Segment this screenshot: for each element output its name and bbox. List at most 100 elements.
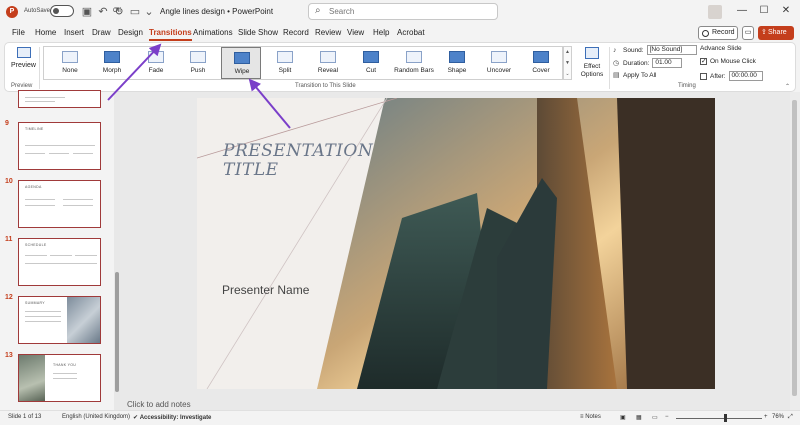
thumb-text-line: [25, 263, 97, 264]
transition-random-bars[interactable]: Random Bars: [394, 47, 434, 79]
avatar[interactable]: [708, 5, 722, 19]
save-icon[interactable]: ▣: [80, 5, 94, 19]
advance-slide-text: Advance Slide: [700, 45, 742, 52]
comment-icon: ▭: [744, 29, 752, 36]
after-checkbox[interactable]: [700, 72, 707, 80]
comments-button[interactable]: ▭: [742, 26, 754, 40]
zoom-slider-thumb[interactable]: [724, 414, 727, 422]
redo-icon[interactable]: ↻: [112, 5, 126, 19]
tab-insert[interactable]: Insert: [64, 28, 84, 37]
after-label: After:: [710, 72, 726, 80]
transition-wipe[interactable]: Wipe: [221, 47, 261, 79]
tab-record[interactable]: Record: [283, 28, 309, 37]
transition-morph[interactable]: Morph: [92, 47, 132, 79]
zoom-slider[interactable]: [676, 418, 762, 419]
transition-uncover[interactable]: Uncover: [479, 47, 519, 79]
maximize-icon[interactable]: ☐: [757, 4, 771, 18]
slide-thumbnail-8[interactable]: [18, 90, 101, 108]
duration-label: Duration:: [623, 59, 650, 67]
zoom-level[interactable]: 76%: [772, 414, 784, 420]
sound-select[interactable]: [No Sound]: [646, 45, 697, 55]
transition-none[interactable]: None: [50, 47, 90, 79]
current-slide[interactable]: PRESENTATION TITLE Presenter Name: [197, 98, 715, 389]
slide-sorter-icon[interactable]: ▦: [636, 414, 642, 421]
transition-push[interactable]: Push: [178, 47, 218, 79]
language-indicator[interactable]: English (United Kingdom): [62, 414, 130, 420]
search-input[interactable]: [329, 5, 489, 18]
document-title: Angle lines design • PowerPoint: [160, 7, 274, 16]
slide-thumbnail-12[interactable]: SUMMARY: [18, 296, 101, 344]
on-mouse-click-checkbox[interactable]: [700, 57, 707, 65]
scroll-thumb[interactable]: [115, 272, 119, 392]
slideshow-icon[interactable]: ▭: [128, 5, 142, 19]
search-box[interactable]: ⌕: [308, 3, 498, 20]
editor-scrollbar[interactable]: [790, 92, 800, 410]
notes-button[interactable]: ≡ Notes: [580, 414, 601, 420]
accessibility-check[interactable]: ✔ Accessibility: Investigate: [133, 414, 211, 421]
thumb-text-line: [25, 153, 45, 154]
group-divider: [609, 47, 610, 89]
on-mouse-click-option[interactable]: On Mouse Click: [700, 57, 756, 65]
slide-thumbnail-11[interactable]: SCHEDULE: [18, 238, 101, 286]
share-label: Share: [768, 29, 787, 36]
record-icon: [702, 30, 709, 37]
close-icon[interactable]: ✕: [779, 4, 793, 18]
tab-help[interactable]: Help: [373, 28, 389, 37]
thumb-text-line: [53, 378, 77, 379]
preview-icon: [17, 47, 31, 58]
autosave-toggle[interactable]: Off: [50, 5, 121, 17]
transition-cover[interactable]: Cover: [521, 47, 561, 79]
tab-design[interactable]: Design: [118, 28, 143, 37]
preview-group-label: Preview: [11, 83, 33, 89]
reading-view-icon[interactable]: ▭: [652, 414, 658, 421]
chevron-down-icon[interactable]: ▼: [565, 60, 570, 66]
tab-review[interactable]: Review: [315, 28, 341, 37]
presenter-name[interactable]: Presenter Name: [222, 283, 309, 297]
status-bar: Slide 1 of 13 English (United Kingdom) ✔…: [0, 410, 800, 425]
record-button[interactable]: Record: [698, 26, 738, 40]
duration-field[interactable]: 01.00: [652, 58, 683, 68]
tab-animations[interactable]: Animations: [193, 28, 233, 37]
minimize-icon[interactable]: —: [735, 4, 749, 18]
transition-reveal[interactable]: Reveal: [308, 47, 348, 79]
record-label: Record: [712, 29, 735, 36]
effect-options-label: Effect Options: [580, 63, 604, 78]
transition-split[interactable]: Split: [265, 47, 305, 79]
tab-draw[interactable]: Draw: [92, 28, 111, 37]
slide-number: 10: [5, 178, 13, 185]
apply-to-all-button[interactable]: ▤ Apply To All: [613, 71, 656, 80]
scroll-thumb[interactable]: [792, 100, 797, 396]
preview-button[interactable]: Preview: [9, 45, 37, 75]
zoom-out-icon[interactable]: −: [665, 414, 669, 420]
chevron-up-icon[interactable]: ▲: [565, 49, 570, 55]
normal-view-icon[interactable]: ▣: [620, 414, 626, 421]
slide-thumbnail-10[interactable]: AGENDA: [18, 180, 101, 228]
tab-slide-show[interactable]: Slide Show: [238, 28, 278, 37]
zoom-in-icon[interactable]: +: [764, 414, 768, 420]
tab-transitions[interactable]: Transitions: [149, 28, 192, 41]
gallery-more-icon[interactable]: ⌄: [565, 71, 569, 77]
tab-view[interactable]: View: [347, 28, 364, 37]
collapse-ribbon-icon[interactable]: ⌃: [785, 83, 790, 90]
thumb-text-line: [75, 255, 97, 256]
notes-placeholder[interactable]: Click to add notes: [127, 400, 191, 409]
gallery-scroll[interactable]: ▲ ▼ ⌄: [563, 46, 572, 80]
tab-home[interactable]: Home: [35, 28, 56, 37]
tab-file[interactable]: File: [12, 28, 25, 37]
tab-acrobat[interactable]: Acrobat: [397, 28, 425, 37]
thumb-heading: TIMELINE: [25, 127, 44, 131]
fit-slide-icon[interactable]: ⤢: [788, 414, 793, 421]
share-button[interactable]: ⇪ Share: [758, 26, 794, 40]
transition-cut[interactable]: Cut: [351, 47, 391, 79]
after-field[interactable]: 00:00.00: [728, 71, 763, 81]
transition-fade[interactable]: Fade: [136, 47, 176, 79]
transition-shape[interactable]: Shape: [437, 47, 477, 79]
effect-options-button[interactable]: Effect Options: [575, 45, 609, 85]
customize-qat-icon[interactable]: ⌄: [142, 5, 156, 19]
undo-icon[interactable]: ↶: [96, 5, 110, 19]
slide-thumbnail-9[interactable]: TIMELINE: [18, 122, 101, 170]
group-divider: [39, 47, 40, 89]
slide-thumbnail-13[interactable]: THANK YOU: [18, 354, 101, 402]
slide-title[interactable]: PRESENTATION TITLE: [223, 142, 393, 180]
wipe-icon: [234, 52, 250, 64]
